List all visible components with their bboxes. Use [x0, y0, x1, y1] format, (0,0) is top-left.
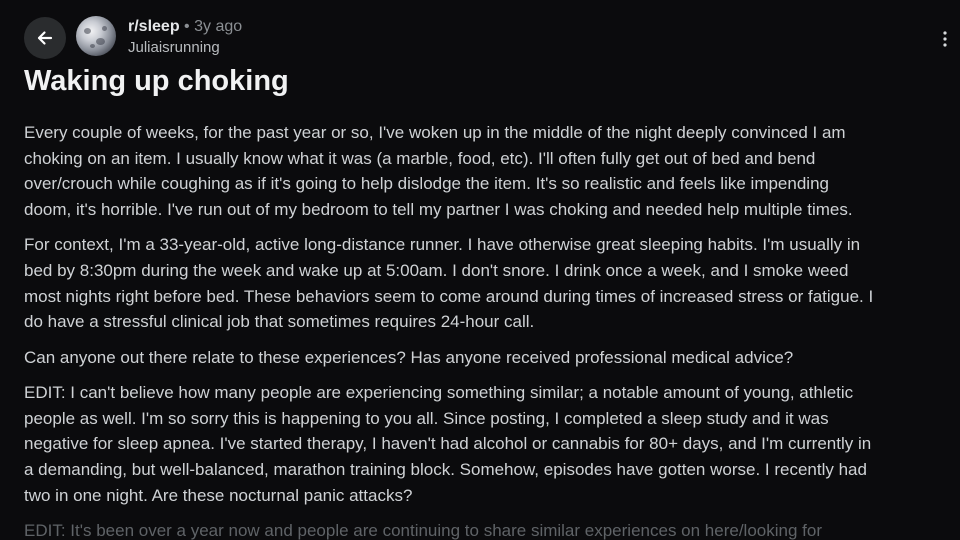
more-vertical-icon	[943, 31, 947, 47]
post-body: Every couple of weeks, for the past year…	[24, 120, 960, 540]
paragraph-line: Can anyone out there relate to these exp…	[24, 347, 794, 367]
paragraph-line: most nights right before bed. These beha…	[24, 286, 874, 306]
back-button[interactable]	[24, 17, 66, 59]
paragraph-line: EDIT: I can't believe how many people ar…	[24, 382, 854, 402]
paragraph-line: two in one night. Are these nocturnal pa…	[24, 485, 413, 505]
paragraph-line: do have a stressful clinical job that so…	[24, 312, 535, 332]
post-page: r/sleep • 3y ago Juliaisrunning Waking u…	[0, 0, 960, 540]
meta-separator: •	[184, 18, 190, 35]
post-meta: r/sleep • 3y ago Juliaisrunning	[128, 16, 242, 58]
paragraph-line: EDIT: It's been over a year now and peop…	[24, 520, 822, 540]
more-options-button[interactable]	[940, 29, 950, 49]
post-paragraph: EDIT: I can't believe how many people ar…	[24, 380, 960, 509]
paragraph-line: choking on an item. I usually know what …	[24, 148, 816, 168]
post-header: r/sleep • 3y ago Juliaisrunning	[24, 14, 947, 60]
post-age: 3y ago	[194, 18, 243, 35]
post-paragraph: Can anyone out there relate to these exp…	[24, 345, 960, 371]
paragraph-line: negative for sleep apnea. I've started t…	[24, 434, 872, 454]
subreddit-avatar[interactable]	[76, 16, 116, 56]
paragraph-line: a demanding, but well-balanced, marathon…	[24, 459, 867, 479]
post-paragraph: Every couple of weeks, for the past year…	[24, 120, 960, 223]
post-paragraph: For context, I'm a 33-year-old, active l…	[24, 232, 960, 335]
post-title: Waking up choking	[24, 65, 289, 97]
author-username[interactable]: Juliaisrunning	[128, 38, 242, 58]
paragraph-line: bed by 8:30pm during the week and wake u…	[24, 261, 849, 281]
paragraph-line: people as well. I'm so sorry this is hap…	[24, 408, 829, 428]
subreddit-name[interactable]: r/sleep	[128, 18, 180, 35]
paragraph-line: Every couple of weeks, for the past year…	[24, 123, 846, 142]
paragraph-line: doom, it's horrible. I've run out of my …	[24, 200, 853, 220]
paragraph-line: over/crouch while coughing as if it's go…	[24, 174, 829, 194]
paragraph-line: For context, I'm a 33-year-old, active l…	[24, 235, 861, 255]
arrow-left-icon	[37, 31, 53, 45]
post-paragraph-faded: EDIT: It's been over a year now and peop…	[24, 518, 960, 540]
